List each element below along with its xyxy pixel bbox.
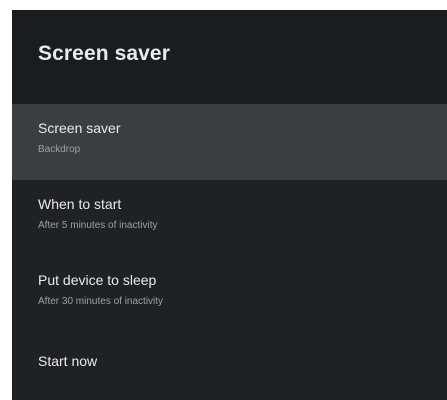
menu-item-when-to-start[interactable]: When to start After 5 minutes of inactiv…: [12, 180, 447, 256]
menu-item-title: When to start: [38, 196, 122, 212]
menu-item-subtitle: After 30 minutes of inactivity: [38, 296, 164, 307]
menu-item-subtitle: Backdrop: [38, 144, 81, 155]
menu-item-start-now[interactable]: Start now: [12, 332, 447, 392]
menu-item-subtitle: After 5 minutes of inactivity: [38, 220, 158, 231]
panel-header: Screen saver: [12, 10, 447, 104]
settings-menu: Screen saver Backdrop When to start Afte…: [12, 104, 447, 392]
page-title: Screen saver: [38, 42, 170, 65]
menu-item-title: Start now: [38, 353, 98, 369]
menu-item-title: Screen saver: [38, 120, 121, 136]
menu-item-screen-saver[interactable]: Screen saver Backdrop: [12, 104, 447, 180]
menu-item-title: Put device to sleep: [38, 272, 157, 288]
menu-item-put-device-to-sleep[interactable]: Put device to sleep After 30 minutes of …: [12, 256, 447, 332]
settings-panel: Screen saver Screen saver Backdrop When …: [12, 10, 447, 400]
